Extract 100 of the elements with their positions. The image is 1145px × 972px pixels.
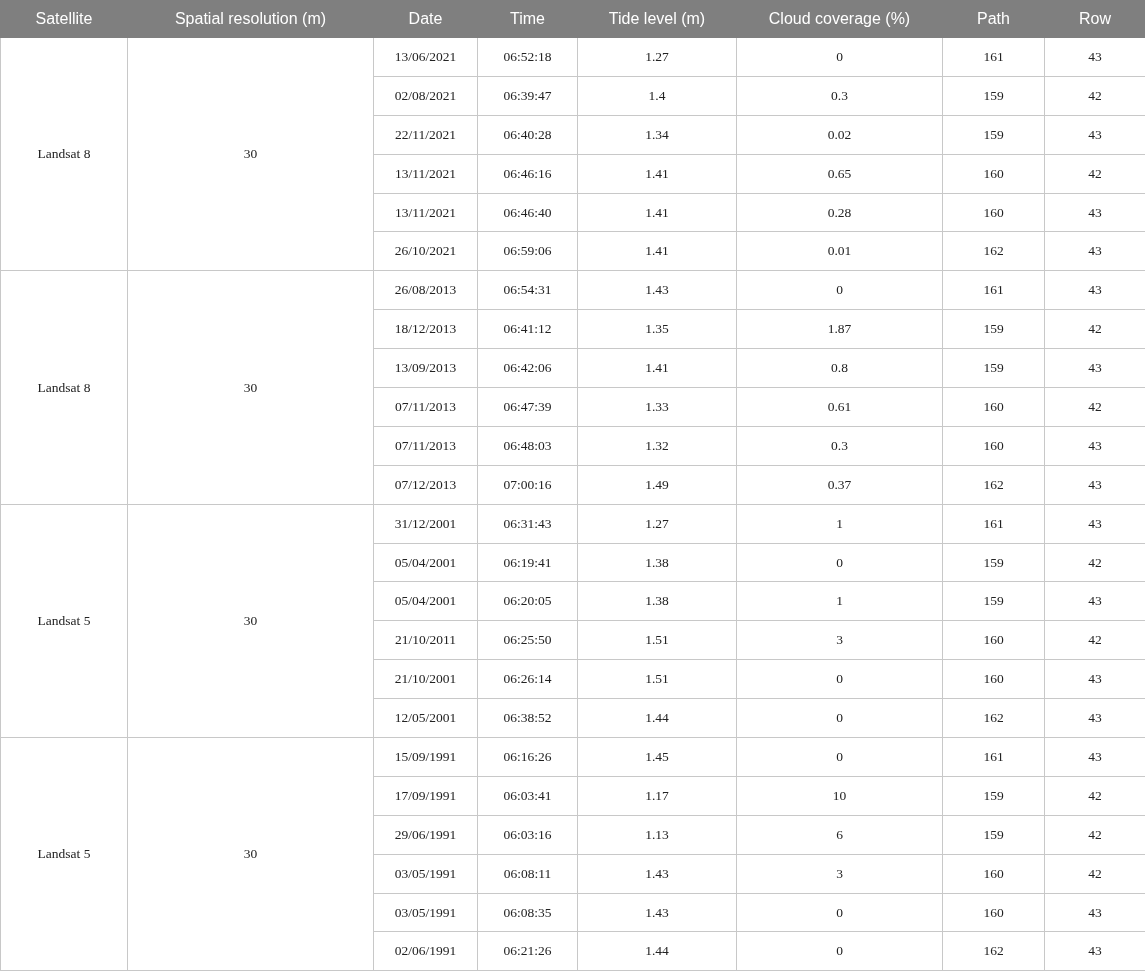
table-cell: 162 xyxy=(942,698,1045,738)
table-cell: 13/11/2021 xyxy=(373,154,478,194)
table-cell: 1.4 xyxy=(577,76,737,116)
column-header: Date xyxy=(373,0,478,38)
table-cell: 1 xyxy=(736,504,943,544)
table-cell: 1.35 xyxy=(577,309,737,349)
column-header: Tide level (m) xyxy=(577,0,737,38)
table-cell: 15/09/1991 xyxy=(373,737,478,777)
table-cell: 17/09/1991 xyxy=(373,776,478,816)
table-cell: 1.49 xyxy=(577,465,737,505)
table-cell: 160 xyxy=(942,854,1045,894)
table-cell: 1.27 xyxy=(577,37,737,77)
table-cell: 1.41 xyxy=(577,154,737,194)
table-cell: 1.45 xyxy=(577,737,737,777)
table-cell: 3 xyxy=(736,620,943,660)
table-cell: 6 xyxy=(736,815,943,855)
table-cell: 0.02 xyxy=(736,115,943,155)
table-cell: 06:31:43 xyxy=(477,504,578,544)
table-cell: 0.3 xyxy=(736,426,943,466)
table-cell: 07:00:16 xyxy=(477,465,578,505)
table-cell: 06:03:16 xyxy=(477,815,578,855)
table-cell: 162 xyxy=(942,465,1045,505)
column-header: Path xyxy=(942,0,1045,38)
table-cell: 160 xyxy=(942,387,1045,427)
table-cell: 1.51 xyxy=(577,659,737,699)
table-cell: 07/11/2013 xyxy=(373,426,478,466)
table-cell: 06:54:31 xyxy=(477,270,578,310)
table-cell: 07/12/2013 xyxy=(373,465,478,505)
table-cell: 1.13 xyxy=(577,815,737,855)
table-cell: 07/11/2013 xyxy=(373,387,478,427)
table-cell: Landsat 8 xyxy=(0,37,128,271)
table-cell: 06:46:16 xyxy=(477,154,578,194)
table-cell: 18/12/2013 xyxy=(373,309,478,349)
table-cell: 1.43 xyxy=(577,270,737,310)
table-cell: 161 xyxy=(942,37,1045,77)
table-cell: 21/10/2001 xyxy=(373,659,478,699)
table-cell: 160 xyxy=(942,893,1045,932)
table-cell: 06:08:11 xyxy=(477,854,578,894)
table-cell: 160 xyxy=(942,620,1045,660)
table-cell: 21/10/2011 xyxy=(373,620,478,660)
table-cell: 161 xyxy=(942,504,1045,544)
table-cell: 1.41 xyxy=(577,348,737,388)
table-cell: 0 xyxy=(736,737,943,777)
table-cell: 30 xyxy=(127,504,374,738)
table-cell: 06:38:52 xyxy=(477,698,578,738)
table-cell: 06:16:26 xyxy=(477,737,578,777)
table-cell: 13/09/2013 xyxy=(373,348,478,388)
table-cell: 0 xyxy=(736,698,943,738)
table-cell: 30 xyxy=(127,737,374,971)
table-cell: 02/08/2021 xyxy=(373,76,478,116)
table-cell: 0 xyxy=(736,932,943,971)
table-cell: 160 xyxy=(942,426,1045,466)
table-cell: 26/10/2021 xyxy=(373,231,478,271)
table-cell: 1.33 xyxy=(577,387,737,427)
table-cell: 160 xyxy=(942,659,1045,699)
table-cell: 13/06/2021 xyxy=(373,37,478,77)
table-cell: 0 xyxy=(736,893,943,932)
table-cell: 02/06/1991 xyxy=(373,932,478,971)
table-cell: 161 xyxy=(942,270,1045,310)
column-header: Time xyxy=(477,0,578,38)
table-cell: 06:39:47 xyxy=(477,76,578,116)
table-cell: 06:03:41 xyxy=(477,776,578,816)
table-cell: 1.43 xyxy=(577,854,737,894)
table-cell: 13/11/2021 xyxy=(373,193,478,232)
table-cell: 159 xyxy=(942,76,1045,116)
table-cell: 1.41 xyxy=(577,193,737,232)
table-cell: 0.37 xyxy=(736,465,943,505)
table-cell: 161 xyxy=(942,737,1045,777)
table-cell: 06:19:41 xyxy=(477,543,578,582)
table-cell: 06:46:40 xyxy=(477,193,578,232)
table-cell: 06:08:35 xyxy=(477,893,578,932)
table-cell: 05/04/2001 xyxy=(373,543,478,582)
table-cell: 1.43 xyxy=(577,893,737,932)
table-cell: 06:26:14 xyxy=(477,659,578,699)
table-cell: 1.87 xyxy=(736,309,943,349)
table-cell: 160 xyxy=(942,154,1045,194)
table-cell: 03/05/1991 xyxy=(373,893,478,932)
table-cell: 06:59:06 xyxy=(477,231,578,271)
table-cell: 159 xyxy=(942,348,1045,388)
table-cell: 159 xyxy=(942,543,1045,582)
table-cell: 159 xyxy=(942,115,1045,155)
table-cell: 1.34 xyxy=(577,115,737,155)
table-cell: 1.41 xyxy=(577,231,737,271)
table-cell: 0.28 xyxy=(736,193,943,232)
table-cell: 22/11/2021 xyxy=(373,115,478,155)
table-cell: 162 xyxy=(942,231,1045,271)
column-header: Cloud coverage (%) xyxy=(736,0,943,38)
table-cell: 1.44 xyxy=(577,698,737,738)
table-cell: 06:52:18 xyxy=(477,37,578,77)
table-cell: 06:21:26 xyxy=(477,932,578,971)
table-cell: 159 xyxy=(942,815,1045,855)
table-cell: 05/04/2001 xyxy=(373,581,478,621)
table-cell: Landsat 5 xyxy=(0,737,128,971)
table-cell: 159 xyxy=(942,581,1045,621)
table-cell: 26/08/2013 xyxy=(373,270,478,310)
table-cell: 1.17 xyxy=(577,776,737,816)
table-cell: 159 xyxy=(942,776,1045,816)
table-cell: 0 xyxy=(736,270,943,310)
table-cell: 06:47:39 xyxy=(477,387,578,427)
table-cell: 0.01 xyxy=(736,231,943,271)
